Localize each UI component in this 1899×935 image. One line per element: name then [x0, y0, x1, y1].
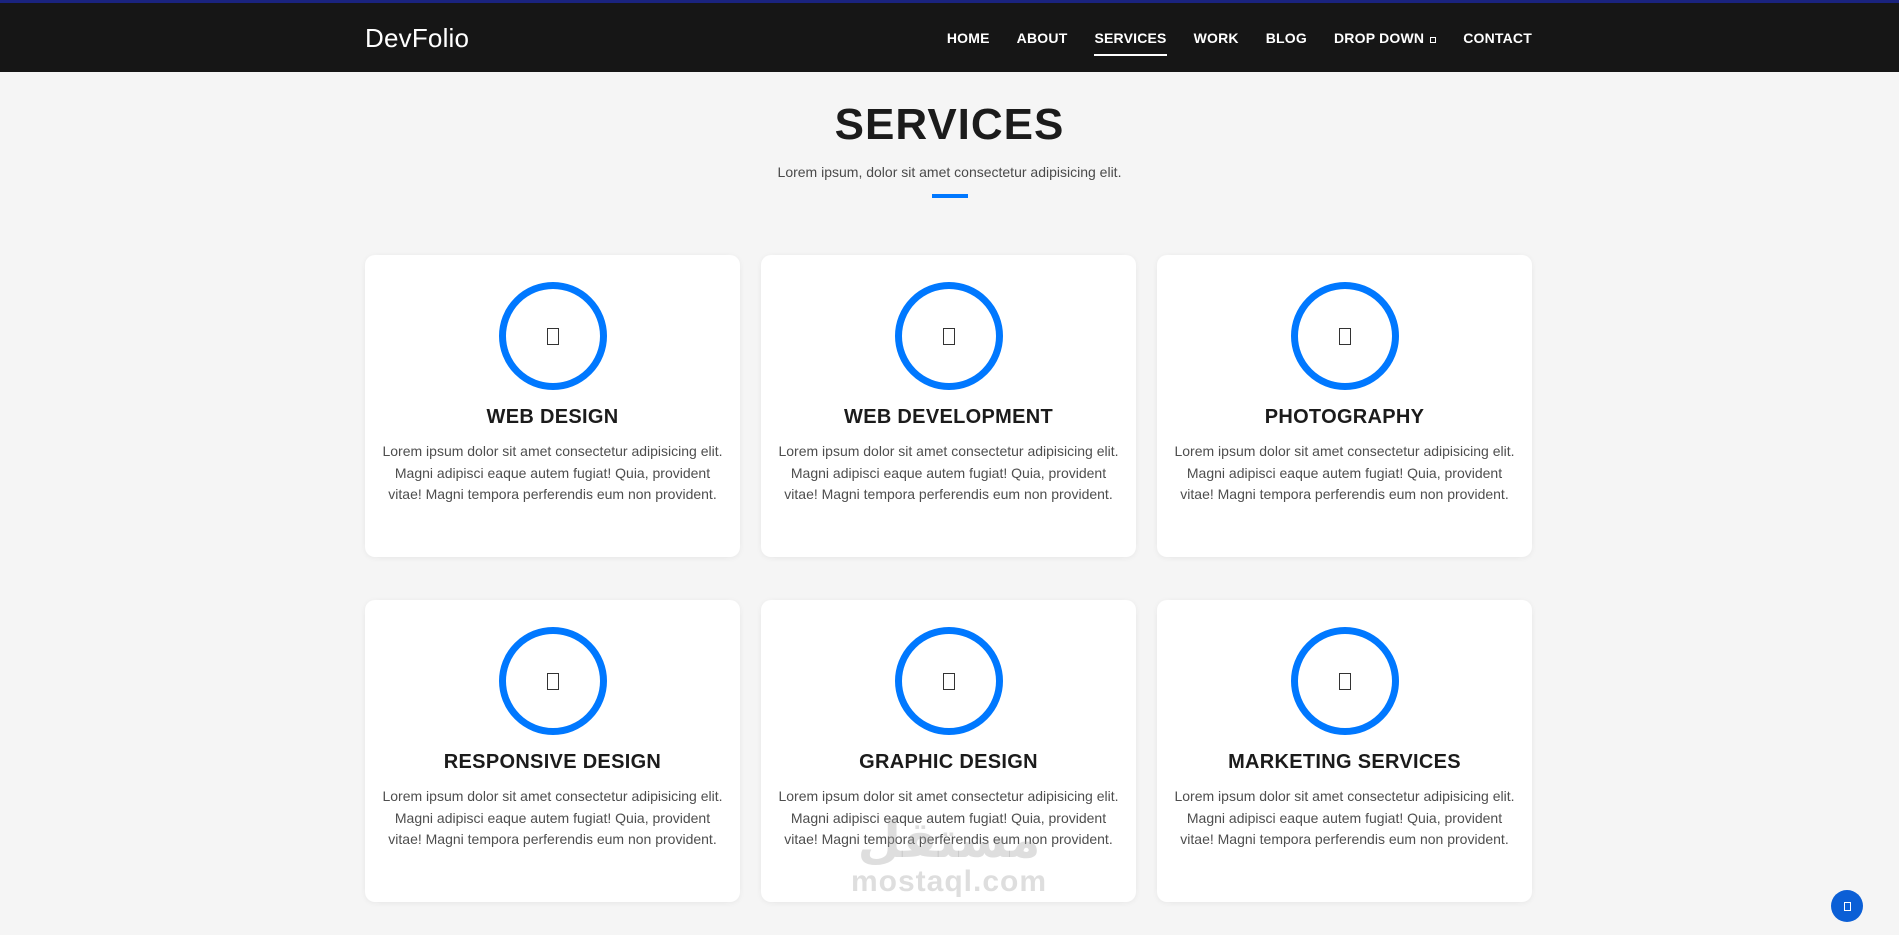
- service-icon-ring: [894, 627, 1003, 735]
- service-icon-ring: [1290, 282, 1399, 390]
- service-title: PHOTOGRAPHY: [1264, 406, 1425, 428]
- service-icon-ring: [498, 282, 607, 390]
- chevron-down-icon: [1430, 36, 1437, 43]
- service-icon: [1338, 672, 1351, 690]
- nav-item-contact[interactable]: CONTACT: [1463, 30, 1532, 46]
- navbar: DevFolio HOME ABOUT SERVICES WORK BLOG D…: [0, 0, 1899, 72]
- service-description: Lorem ipsum dolor sit amet consectetur a…: [382, 443, 723, 502]
- service-card-web-development[interactable]: WEB DEVELOPMENT Lorem ipsum dolor sit am…: [761, 255, 1136, 557]
- service-title: RESPONSIVE DESIGN: [443, 751, 662, 773]
- nav-item-home[interactable]: HOME: [947, 30, 990, 46]
- nav-item-label: WORK: [1193, 30, 1239, 46]
- service-icon: [546, 327, 559, 345]
- service-title: WEB DEVELOPMENT: [844, 406, 1053, 428]
- services-header: SERVICES Lorem ipsum, dolor sit amet con…: [0, 100, 1899, 198]
- nav-item-services[interactable]: SERVICES: [1094, 30, 1167, 56]
- service-description: Lorem ipsum dolor sit amet consectetur a…: [382, 788, 723, 847]
- back-to-top-button[interactable]: [1831, 890, 1863, 922]
- services-grid: WEB DESIGN Lorem ipsum dolor sit amet co…: [365, 255, 1533, 902]
- nav-item-about[interactable]: ABOUT: [1017, 30, 1068, 46]
- service-description: Lorem ipsum dolor sit amet consectetur a…: [1174, 788, 1515, 847]
- service-icon: [942, 672, 955, 690]
- service-card-responsive-design[interactable]: RESPONSIVE DESIGN Lorem ipsum dolor sit …: [365, 600, 740, 902]
- brand-logo[interactable]: DevFolio: [365, 23, 469, 54]
- service-title: MARKETING SERVICES: [1228, 751, 1461, 773]
- service-icon: [1338, 327, 1351, 345]
- nav-item-label: DROP DOWN: [1333, 30, 1425, 46]
- service-card-graphic-design[interactable]: GRAPHIC DESIGN Lorem ipsum dolor sit ame…: [761, 600, 1136, 902]
- nav-item-label: ABOUT: [1016, 30, 1068, 46]
- nav-item-work[interactable]: WORK: [1194, 30, 1239, 46]
- nav-item-label: HOME: [946, 30, 990, 46]
- service-icon-ring: [498, 627, 607, 735]
- service-title: GRAPHIC DESIGN: [859, 751, 1038, 773]
- service-card-photography[interactable]: PHOTOGRAPHY Lorem ipsum dolor sit amet c…: [1157, 255, 1532, 557]
- service-icon-ring: [1290, 627, 1399, 735]
- nav-item-dropdown[interactable]: DROP DOWN: [1333, 30, 1437, 46]
- service-card-web-design[interactable]: WEB DESIGN Lorem ipsum dolor sit amet co…: [365, 255, 740, 557]
- page-title: SERVICES: [834, 100, 1065, 149]
- service-icon: [942, 327, 955, 345]
- arrow-up-icon: [1843, 901, 1851, 911]
- service-description: Lorem ipsum dolor sit amet consectetur a…: [778, 443, 1119, 502]
- service-description: Lorem ipsum dolor sit amet consectetur a…: [1174, 443, 1515, 502]
- nav-item-label: CONTACT: [1463, 30, 1532, 46]
- nav-item-label: SERVICES: [1094, 30, 1167, 46]
- nav-item-label: BLOG: [1265, 30, 1307, 46]
- nav-item-blog[interactable]: BLOG: [1266, 30, 1307, 46]
- service-title: WEB DESIGN: [486, 406, 619, 428]
- service-icon: [546, 672, 559, 690]
- nav-menu: HOME ABOUT SERVICES WORK BLOG DROP DOWN …: [947, 30, 1532, 56]
- title-underline: [931, 194, 968, 198]
- service-card-marketing-services[interactable]: MARKETING SERVICES Lorem ipsum dolor sit…: [1157, 600, 1532, 902]
- page-subtitle: Lorem ipsum, dolor sit amet consectetur …: [777, 164, 1122, 180]
- service-icon-ring: [894, 282, 1003, 390]
- service-description: Lorem ipsum dolor sit amet consectetur a…: [778, 788, 1119, 847]
